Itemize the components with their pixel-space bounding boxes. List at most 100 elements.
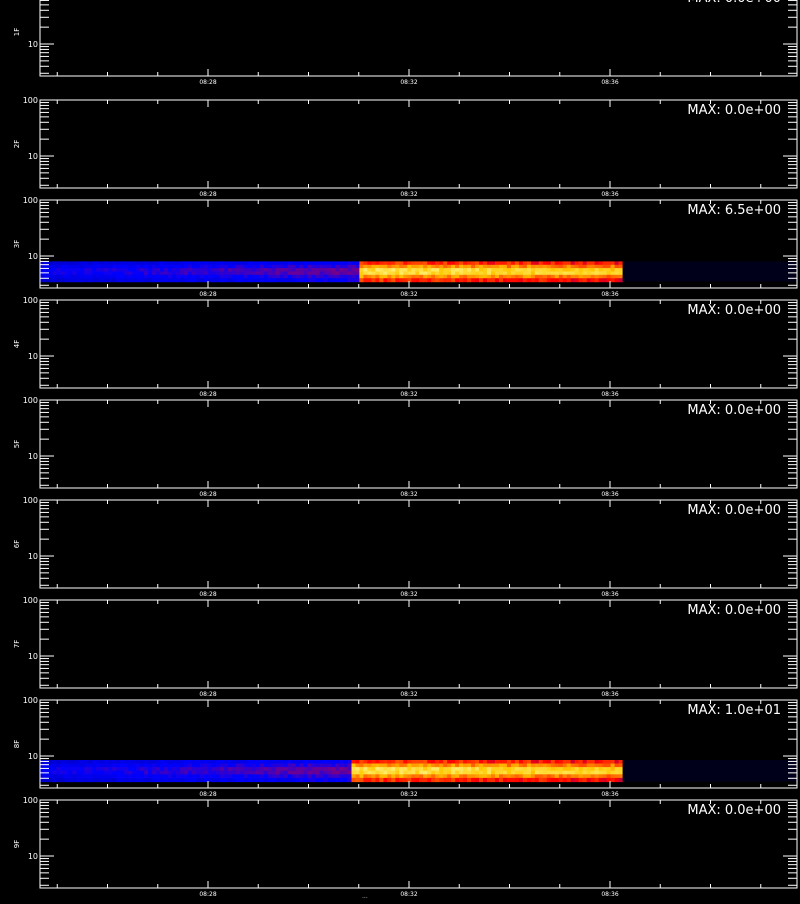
heatmap-cell — [419, 278, 424, 283]
heatmap-cell — [499, 763, 504, 768]
heatmap-cell — [550, 770, 556, 775]
heatmap-cell — [550, 763, 556, 768]
heatmap-cell — [215, 770, 221, 775]
heatmap-cell — [375, 278, 380, 283]
heatmap-cell — [618, 767, 624, 772]
y-tick-label: 10 — [28, 152, 38, 161]
heatmap-cell — [60, 763, 65, 768]
heatmap-cell — [506, 767, 512, 772]
y-tick-label: 10 — [28, 252, 38, 261]
heatmap-cell — [128, 763, 133, 768]
heatmap-cell — [546, 274, 552, 279]
heatmap-cell — [431, 763, 436, 768]
heatmap-cell — [363, 774, 368, 779]
heatmap-cell — [606, 274, 612, 279]
heatmap-cell — [88, 274, 93, 279]
heatmap-cell — [431, 777, 436, 783]
heatmap-cell — [235, 767, 241, 772]
heatmap-cell — [152, 278, 157, 283]
heatmap-cell — [399, 770, 404, 775]
heatmap-cell — [379, 278, 384, 283]
heatmap-cell — [431, 278, 436, 283]
heatmap-cell — [455, 774, 460, 779]
heatmap-cell — [590, 767, 596, 772]
heatmap-cell — [211, 274, 217, 279]
heatmap-cell — [463, 770, 468, 775]
heatmap-cell — [211, 770, 217, 775]
heatmap-cell — [76, 770, 81, 775]
heatmap-cell — [315, 274, 321, 279]
heatmap-cell — [510, 274, 516, 279]
heatmap-cell — [423, 763, 428, 768]
heatmap-cell — [359, 767, 364, 772]
heatmap-cell — [614, 777, 620, 783]
heatmap-cell — [487, 278, 492, 283]
heatmap-cell — [514, 763, 520, 768]
heatmap-cell — [419, 763, 424, 768]
heatmap-cell — [215, 763, 221, 768]
heatmap-cell — [347, 767, 353, 772]
heatmap-cell — [120, 774, 125, 779]
heatmap-cell — [598, 777, 604, 783]
heatmap-cell — [180, 274, 185, 279]
x-tick-label: 08:32 — [400, 291, 417, 298]
heatmap-cell — [207, 763, 213, 768]
heatmap-cell — [192, 274, 197, 279]
heatmap-cell — [602, 777, 608, 783]
y-tick-label: 100 — [23, 496, 38, 505]
heatmap-cell — [128, 274, 133, 279]
heatmap-cell — [586, 774, 592, 779]
heatmap-cell — [530, 274, 536, 279]
heatmap-cell — [451, 774, 456, 779]
heatmap-cell — [331, 278, 337, 283]
heatmap-cell — [307, 767, 313, 772]
panel-1f: 1001008:2808:3208:361FMAX: 0.0e+00 — [13, 0, 798, 86]
heatmap-cell — [160, 767, 165, 772]
heatmap-cell — [391, 274, 396, 279]
heatmap-cell — [335, 777, 341, 783]
heatmap-cell — [327, 774, 333, 779]
heatmap-cell — [311, 767, 317, 772]
heatmap-cell — [104, 278, 109, 283]
heatmap-cell — [463, 274, 468, 279]
heatmap-cell — [435, 767, 440, 772]
heatmap-cell — [526, 770, 532, 775]
heatmap-cell — [602, 763, 608, 768]
heatmap-cell — [499, 274, 504, 279]
x-tick-label: 08:32 — [400, 491, 417, 498]
heatmap-cell — [491, 274, 496, 279]
heatmap-cell — [455, 767, 460, 772]
heatmap-cell — [606, 767, 612, 772]
heatmap-cell — [116, 274, 121, 279]
heatmap-cell — [48, 767, 54, 772]
heatmap-cell — [120, 763, 125, 768]
heatmap-cell — [582, 770, 588, 775]
heatmap-cell — [291, 774, 297, 779]
heatmap-cell — [582, 278, 588, 283]
heatmap-cell — [431, 274, 436, 279]
heatmap-cell — [271, 770, 277, 775]
heatmap-cell — [451, 770, 456, 775]
heatmap-cell — [291, 278, 297, 283]
heatmap-cell — [375, 770, 380, 775]
heatmap-cell — [299, 278, 305, 283]
heatmap-cell — [542, 763, 548, 768]
heatmap-cell — [331, 274, 337, 279]
heatmap-cell — [192, 770, 197, 775]
heatmap-cell — [459, 278, 464, 283]
heatmap-cell — [582, 274, 588, 279]
heatmap-cell — [598, 763, 604, 768]
heatmap-cell — [518, 278, 524, 283]
heatmap-cell — [211, 767, 217, 772]
heatmap-cell — [359, 278, 364, 283]
heatmap-cell — [367, 774, 372, 779]
heatmap-cell — [239, 763, 245, 768]
heatmap-cell — [108, 767, 113, 772]
heatmap-cell — [459, 763, 464, 768]
heatmap-cell — [367, 767, 372, 772]
panel-4f: 100 10 08:28 08:32 08:36 4F MAX: 0.0e+00 — [13, 296, 798, 398]
heatmap-cell — [279, 770, 285, 775]
heatmap-cell — [100, 770, 105, 775]
heatmap-cell — [359, 770, 364, 775]
heatmap-cell — [506, 770, 512, 775]
